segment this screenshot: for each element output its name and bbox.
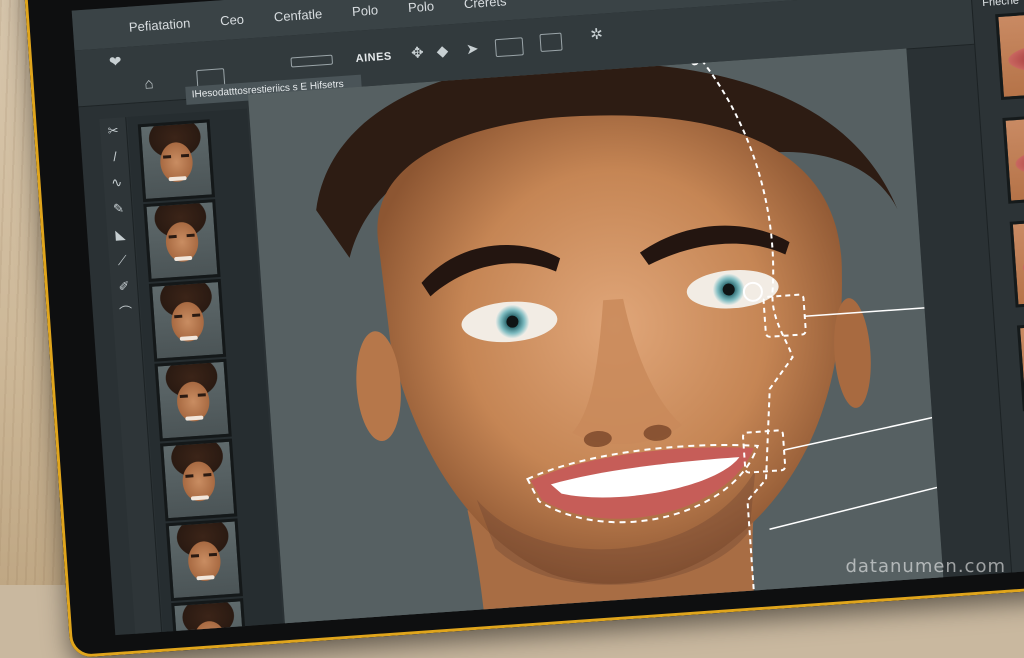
crop-icon[interactable]: ✂ [99, 117, 127, 145]
mouth-thumbnail[interactable] [1009, 214, 1024, 308]
panel-title: Frieche [981, 0, 1020, 10]
mouth-thumbnail[interactable] [1002, 110, 1024, 204]
brush-icon[interactable]: ⟋ [108, 247, 136, 275]
right-panel: Frieche 🔒 [970, 0, 1024, 607]
watermark: datanumen.com [845, 556, 1006, 577]
face-thumbnail[interactable] [165, 518, 243, 602]
selection-icon[interactable]: ◣ [107, 221, 135, 249]
slider-icon[interactable] [290, 54, 334, 68]
arrow-icon[interactable]: ➤ [460, 40, 485, 60]
face-thumbnail[interactable] [137, 119, 216, 203]
face-thumbnail[interactable] [160, 438, 238, 522]
menu-item[interactable]: Pefiatation [128, 15, 190, 34]
menu-item[interactable]: Ceo [220, 11, 245, 28]
eraser-icon[interactable]: ◆ [430, 42, 455, 62]
menu-item[interactable]: Crerets [463, 0, 507, 11]
home-icon[interactable]: ⌂ [136, 75, 161, 95]
face-thumbnail[interactable] [171, 598, 249, 636]
menu-item[interactable]: Polo [352, 2, 379, 19]
face-thumbnail[interactable] [143, 199, 221, 282]
mouth-thumbnail[interactable] [1016, 317, 1024, 412]
pen-icon[interactable]: ✎ [105, 195, 133, 223]
magic-wand-icon[interactable]: ✲ [584, 25, 609, 45]
move-icon[interactable]: ✥ [405, 44, 430, 64]
face-thumbnail[interactable] [148, 278, 227, 362]
portrait-image [247, 48, 946, 636]
pen-icon[interactable]: ⌒ [112, 299, 140, 327]
face-thumbnail[interactable] [154, 358, 232, 442]
image-canvas[interactable] [247, 48, 946, 636]
photo-editor-window: Pefiatation Ceo Cenfatle Polo Polo Crere… [71, 0, 1024, 636]
paint-icon[interactable]: ✐ [110, 273, 138, 301]
menu-item[interactable]: Cenfatle [273, 6, 322, 24]
heart-icon[interactable]: ❤ [103, 53, 128, 73]
menu-item[interactable]: Polo [407, 0, 434, 15]
toolbar-label: AINES [355, 50, 393, 65]
mouth-thumbnail[interactable] [995, 6, 1024, 101]
brush-icon[interactable]: / [101, 143, 129, 171]
layer-icon[interactable] [539, 32, 563, 53]
lasso-icon[interactable]: ∿ [103, 169, 131, 197]
folder-icon[interactable] [494, 37, 524, 58]
